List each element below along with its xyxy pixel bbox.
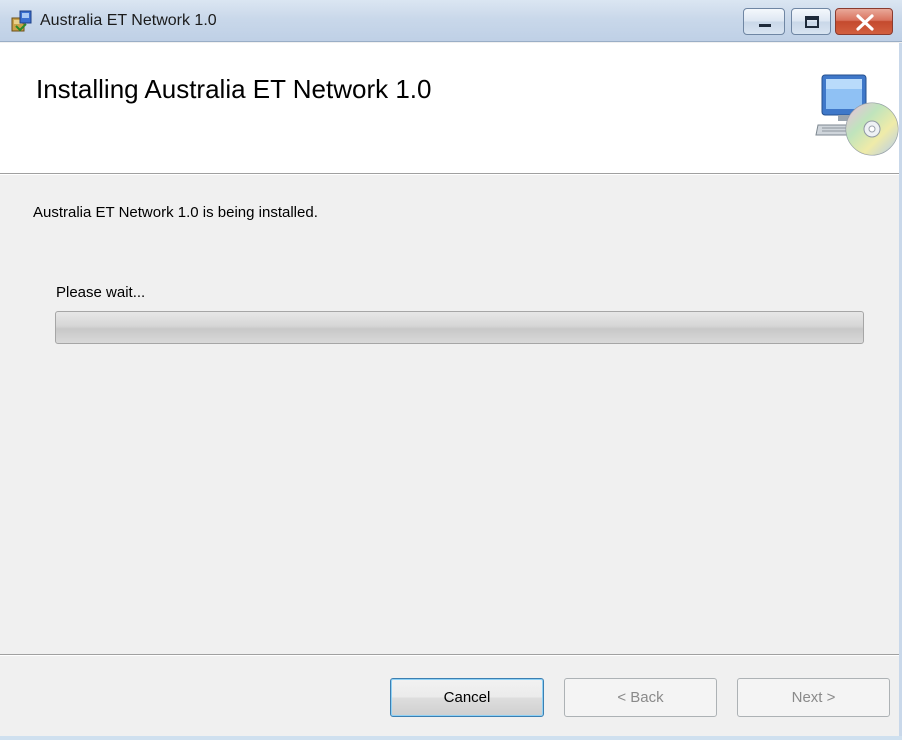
- page-title: Installing Australia ET Network 1.0: [36, 74, 432, 104]
- installer-app-icon: [11, 10, 32, 32]
- window-title: Australia ET Network 1.0: [40, 12, 217, 29]
- close-icon: [856, 14, 874, 31]
- please-wait-label: Please wait...: [56, 284, 146, 301]
- install-status-text: Australia ET Network 1.0 is being instal…: [33, 204, 318, 221]
- maximize-icon: [805, 16, 819, 28]
- cancel-button[interactable]: Cancel: [390, 678, 544, 717]
- minimize-button[interactable]: [743, 8, 785, 35]
- banner-divider: [0, 174, 902, 175]
- minimize-icon: [759, 24, 771, 27]
- computer-cd-icon: [815, 74, 899, 156]
- install-progress-bar: [55, 311, 864, 344]
- close-button[interactable]: [835, 8, 893, 35]
- maximize-button[interactable]: [791, 8, 831, 35]
- footer-divider-highlight: [0, 655, 902, 656]
- next-button[interactable]: Next >: [737, 678, 890, 717]
- title-bar[interactable]: Australia ET Network 1.0: [0, 0, 902, 42]
- window-bottom-border: [0, 736, 902, 740]
- back-button[interactable]: < Back: [564, 678, 717, 717]
- header-banner: Installing Australia ET Network 1.0: [0, 43, 902, 174]
- installer-window: Australia ET Network 1.0 Installing Aust…: [0, 0, 902, 740]
